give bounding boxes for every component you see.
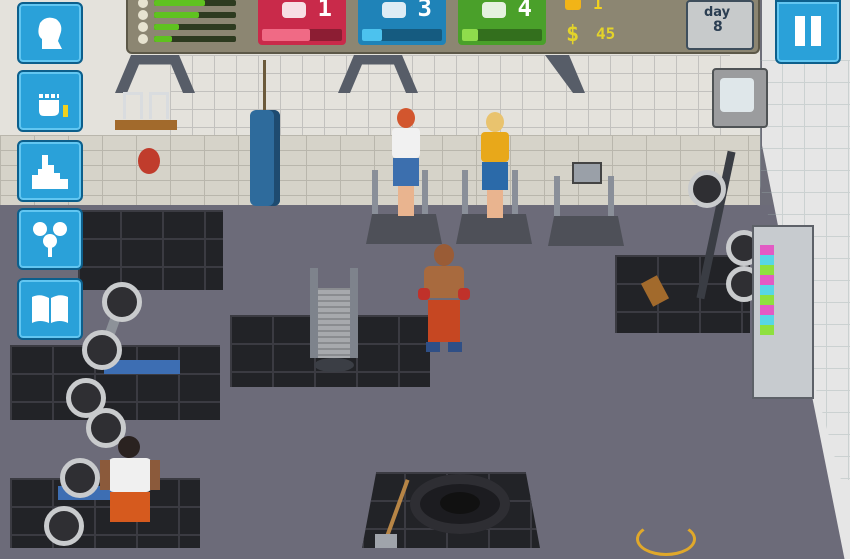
- stat-bar-row: [138, 34, 236, 44]
- boxer-profile-icon: [38, 17, 62, 49]
- mood-icon: [138, 22, 148, 32]
- agility-stat-box[interactable]: 3: [358, 0, 446, 45]
- treadmill[interactable]: [544, 162, 628, 250]
- stat-bar-row: [138, 10, 236, 20]
- vending-machine[interactable]: [752, 225, 814, 399]
- npc-bodybuilder: [100, 436, 160, 526]
- coin-icon: [565, 0, 581, 10]
- stat-bar-row: [138, 22, 236, 32]
- jump-rope[interactable]: [636, 522, 696, 556]
- speed-bar: [154, 12, 236, 18]
- coin-count: 1: [593, 0, 603, 13]
- fist-icon: [37, 92, 68, 118]
- pause-icon: [795, 16, 805, 46]
- training-menu-button[interactable]: [17, 70, 83, 132]
- agility-value: 3: [417, 0, 432, 22]
- weight-plate-tree[interactable]: [680, 150, 762, 310]
- shoe-icon: [482, 2, 506, 18]
- speed-icon: [138, 10, 148, 20]
- npc-runner-blonde: [477, 112, 513, 220]
- sneaker-icon: [382, 2, 406, 18]
- strength-bar: [154, 0, 236, 6]
- skill-tree-icon: [33, 222, 67, 257]
- book-icon: [32, 295, 68, 323]
- journal-menu-button[interactable]: [17, 278, 83, 340]
- character-menu-button[interactable]: [17, 2, 83, 64]
- money-amount: 45: [596, 24, 616, 43]
- strength-icon: [138, 0, 148, 8]
- punching-bag[interactable]: [249, 60, 281, 208]
- day-calendar[interactable]: day 8: [686, 0, 754, 50]
- strength-stat-box[interactable]: 1: [258, 0, 346, 45]
- skills-menu-button[interactable]: [17, 208, 83, 270]
- weight-stack-machine[interactable]: [300, 268, 380, 378]
- training-tire[interactable]: [410, 474, 510, 534]
- npc-runner-redhead: [388, 108, 424, 218]
- stamina-progress: [462, 29, 542, 41]
- game-scene: 1 3 4 1 $ 45 day 8: [0, 0, 850, 559]
- dollar-icon: $: [566, 22, 580, 47]
- strength-progress: [262, 29, 342, 41]
- sledgehammer[interactable]: [375, 478, 415, 550]
- city-menu-button[interactable]: [17, 140, 83, 202]
- day-label: day: [704, 5, 731, 20]
- pause-icon: [811, 16, 821, 46]
- energy-icon: [138, 34, 148, 44]
- energy-bar: [154, 36, 236, 42]
- strength-value: 1: [317, 0, 332, 22]
- stat-bar-row: [138, 0, 236, 8]
- pause-button[interactable]: [775, 0, 841, 64]
- stamina-value: 4: [517, 0, 532, 22]
- floor-mat: [78, 210, 223, 290]
- city-icon: [32, 155, 68, 189]
- tv-set: [712, 68, 768, 128]
- speed-bag[interactable]: [138, 148, 160, 174]
- player-boxer[interactable]: [418, 244, 470, 358]
- stats-hud: 1 3 4 1 $ 45 day 8: [126, 0, 760, 54]
- dumbbell-rack[interactable]: [115, 92, 177, 137]
- agility-progress: [362, 29, 442, 41]
- mood-bar: [154, 24, 236, 30]
- kettlebell-icon: [282, 2, 306, 18]
- day-number: 8: [713, 19, 723, 35]
- stamina-stat-box[interactable]: 4: [458, 0, 546, 45]
